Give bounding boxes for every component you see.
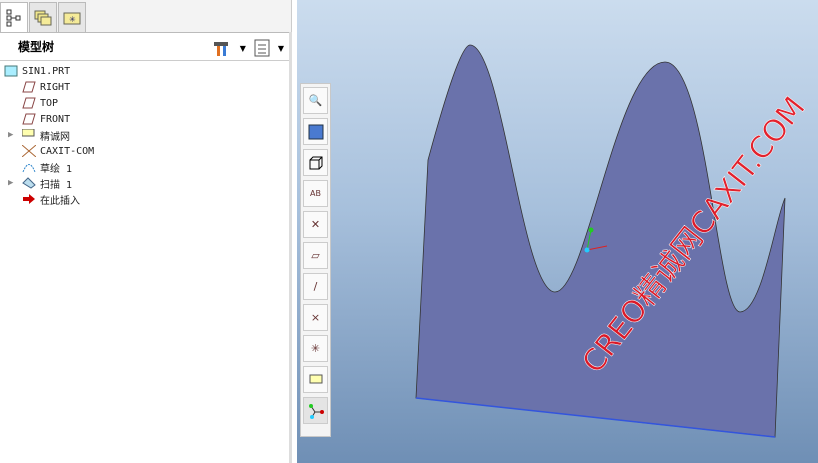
plane-display-toggle[interactable]: ▱ — [303, 242, 328, 269]
tree-item-label: CAXIT-COM — [40, 145, 95, 157]
tree-item[interactable]: CAXIT-COM — [0, 143, 290, 159]
datum-display-icon: ✕ — [310, 218, 321, 231]
model-tree-pane: ✳ 模型树 ▼ ▼ SIN1.PRT RIGHT TOP FRONT ▶ 精诚网 CAXIT… — [0, 0, 292, 463]
svg-text:✳: ✳ — [69, 15, 76, 24]
tree-item[interactable]: ▶ 扫描 1 — [0, 175, 290, 191]
datum-display-button[interactable]: ✕ — [303, 211, 328, 238]
show-list-icon[interactable] — [254, 39, 270, 57]
panel-title: 模型树 — [18, 40, 55, 54]
tree-item[interactable]: ▶ 精诚网 — [0, 127, 290, 143]
chevron-down-icon[interactable]: ▼ — [278, 44, 284, 53]
tree-item[interactable]: SIN1.PRT — [0, 63, 290, 79]
scrollbar[interactable] — [289, 32, 292, 463]
chevron-down-icon[interactable]: ▼ — [240, 44, 246, 53]
csys-icon — [22, 145, 36, 157]
layer-icon — [22, 129, 36, 141]
tree-item-label: 草绘 1 — [40, 163, 73, 175]
saved-views-icon: AB — [310, 189, 321, 198]
model-view: CREO精诚网CAXIT.COM — [415, 44, 813, 438]
tree-item-label: RIGHT — [40, 81, 71, 93]
repaint-icon — [308, 124, 324, 140]
tree-item[interactable]: 在此插入 — [0, 191, 290, 207]
part-icon — [4, 65, 18, 77]
expand-arrow-icon[interactable]: ▶ — [8, 130, 13, 140]
tab-model-tree[interactable] — [0, 2, 28, 33]
tree-item[interactable]: FRONT — [0, 111, 290, 127]
tree-icon — [6, 9, 22, 27]
tree-item-label: 在此插入 — [40, 195, 80, 207]
axis-display-icon: / — [313, 280, 318, 293]
tree-item-label: SIN1.PRT — [22, 65, 71, 77]
cube-icon — [308, 155, 324, 171]
tree-item-label: FRONT — [40, 113, 71, 125]
tab-favorites[interactable]: ✳ — [58, 2, 86, 32]
repaint-button[interactable] — [303, 118, 328, 145]
refit-button[interactable]: 🔍 — [303, 87, 328, 114]
view-toolbar: 🔍 AB ✕ ▱ / × ✳ — [300, 83, 331, 437]
sweep-icon — [22, 177, 36, 189]
datum-plane-icon — [22, 81, 36, 93]
tree-item-label: TOP — [40, 97, 59, 109]
spin-center-icon — [307, 402, 325, 420]
datum-plane-icon — [22, 97, 36, 109]
plane-display-icon: ▱ — [311, 249, 320, 262]
axis-display-toggle[interactable]: / — [303, 273, 328, 300]
tree-item[interactable]: TOP — [0, 95, 290, 111]
point-display-icon: × — [310, 311, 321, 324]
tab-folder-browser[interactable] — [29, 2, 57, 32]
csys-display-icon: ✳ — [310, 342, 321, 355]
graphics-viewport[interactable]: CREO精诚网CAXIT.COM — [297, 0, 818, 463]
tree-item[interactable]: RIGHT — [0, 79, 290, 95]
tree-item-label: 精诚网 — [40, 131, 70, 143]
zoom-icon: 🔍 — [308, 94, 323, 107]
saved-views-button[interactable]: AB — [303, 180, 328, 207]
spin-center-toggle[interactable] — [303, 397, 328, 424]
sketch-icon — [22, 161, 36, 173]
insert-here-icon — [22, 193, 36, 205]
annotation-display-toggle[interactable] — [303, 366, 328, 393]
folders-icon — [34, 10, 52, 26]
point-display-toggle[interactable]: × — [303, 304, 328, 331]
tree-item[interactable]: 草绘 1 — [0, 159, 290, 175]
expand-arrow-icon[interactable]: ▶ — [8, 178, 13, 188]
annotation-display-icon — [309, 374, 323, 386]
csys-display-toggle[interactable]: ✳ — [303, 335, 328, 362]
datum-plane-icon — [22, 113, 36, 125]
favorites-folder-icon: ✳ — [63, 11, 81, 25]
settings-tools-icon[interactable] — [212, 39, 232, 57]
view-orientation-button[interactable] — [303, 149, 328, 176]
tree-item-label: 扫描 1 — [40, 179, 73, 191]
